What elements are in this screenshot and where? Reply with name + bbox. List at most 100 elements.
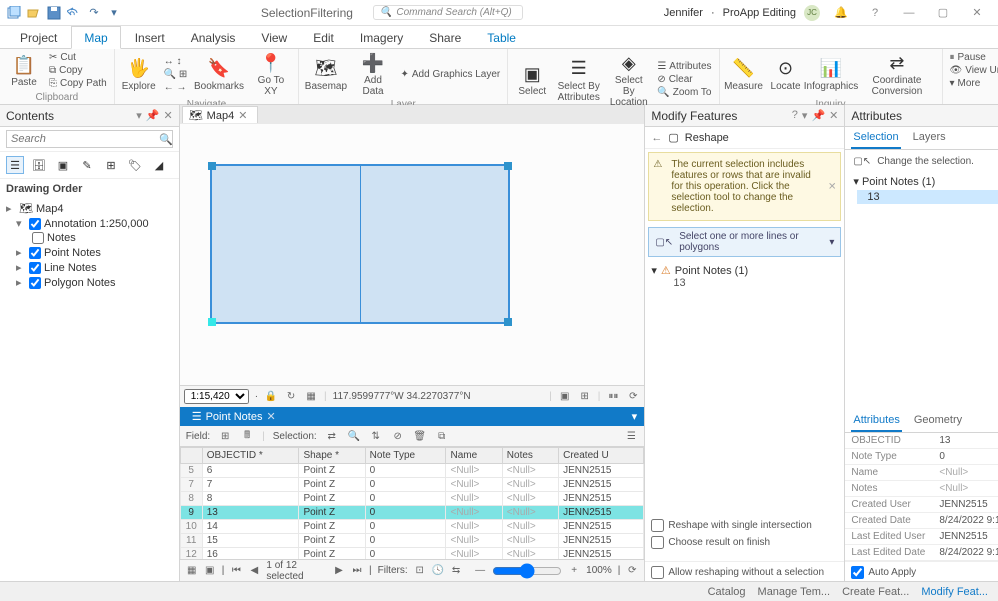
attribute-row[interactable]: Name<Null> (845, 465, 998, 481)
tree-layer-point-notes[interactable]: ▸ Point Notes (4, 245, 175, 260)
filter-range-icon[interactable]: ⇆ (450, 564, 462, 578)
attribute-row[interactable]: OBJECTID13 (845, 433, 998, 449)
infographics-button[interactable]: 📊Infographics (808, 55, 855, 94)
back-button[interactable]: ← (651, 132, 662, 144)
attribute-grid[interactable]: OBJECTID13Note Type0Name<Null>Notes<Null… (845, 433, 998, 561)
bottom-tab-create-features[interactable]: Create Feat... (842, 586, 909, 598)
attribute-row[interactable]: Last Edited UserJENN2515 (845, 529, 998, 545)
ribbon-tab-edit[interactable]: Edit (301, 27, 346, 48)
paste-button[interactable]: 📋Paste (4, 51, 44, 90)
table-row[interactable]: 913Point Z0<Null><Null>JENN2515 (180, 506, 644, 520)
attributes-tab-selection[interactable]: Selection (851, 127, 900, 149)
close-map-tab[interactable]: ✕ (238, 109, 247, 122)
save-icon[interactable] (46, 5, 62, 21)
add-data-button[interactable]: ➕Add Data (351, 49, 396, 99)
measure-button[interactable]: 📏Measure (724, 55, 764, 94)
list-drawing-order-icon[interactable]: ☰ (6, 156, 24, 174)
coord-conversion-button[interactable]: ⇄Coordinate Conversion (856, 49, 937, 99)
ribbon-tab-imagery[interactable]: Imagery (348, 27, 415, 48)
attribute-row[interactable]: Note Type0 (845, 449, 998, 465)
bookmarks-button[interactable]: 🔖Bookmarks (192, 55, 245, 94)
ribbon-tab-map[interactable]: Map (71, 26, 120, 49)
feature-layer-group[interactable]: ▾ ⚠ Point Notes (1) (651, 264, 838, 277)
ribbon-tab-share[interactable]: Share (417, 27, 473, 48)
vertex-handle[interactable] (208, 318, 216, 326)
table-row[interactable]: 1216Point Z0<Null><Null>JENN2515 (180, 548, 644, 560)
lower-tab-geometry[interactable]: Geometry (912, 410, 964, 432)
zoom-out-icon[interactable]: — (474, 564, 486, 578)
close-modify[interactable]: ✕ (829, 109, 838, 122)
attribute-table[interactable]: OBJECTID *Shape *Note TypeNameNotesCreat… (180, 447, 645, 559)
table-column-header[interactable]: Created U (559, 448, 644, 464)
allow-no-selection-checkbox[interactable] (651, 566, 664, 579)
attribute-table-tab[interactable]: ☰ Point Notes ✕ (184, 408, 284, 425)
ribbon-tab-table[interactable]: Table (475, 27, 528, 48)
redo-icon[interactable]: ↷ (86, 5, 102, 21)
table-column-header[interactable]: Name (446, 448, 502, 464)
list-perspective-icon[interactable]: ◢ (150, 156, 168, 174)
view-unplaced[interactable]: 👁 View Unplaced (947, 64, 998, 77)
minimize-button[interactable]: — (896, 3, 922, 23)
nav-prev[interactable]: ← → (161, 81, 191, 94)
locate-button[interactable]: ⊙Locate (766, 55, 806, 94)
clear-selection-button[interactable]: ⊘ Clear (654, 73, 714, 86)
table-row[interactable]: 1014Point Z0<Null><Null>JENN2515 (180, 520, 644, 534)
undo-icon[interactable] (66, 5, 82, 21)
selected-feature-id[interactable]: 13 (857, 190, 998, 204)
select-button[interactable]: ▣Select (512, 60, 552, 99)
attributes-tab-layers[interactable]: Layers (911, 127, 948, 149)
command-search[interactable]: 🔍 Command Search (Alt+Q) (373, 5, 523, 20)
tree-layer-annotation-notes[interactable]: Notes (4, 231, 175, 245)
maximize-button[interactable]: ▢ (930, 3, 956, 23)
zoom-in-icon[interactable]: + (568, 564, 580, 578)
scale-lock-icon[interactable]: 🔒 (264, 390, 278, 404)
calc-field-icon[interactable]: 🖩 (240, 429, 254, 443)
list-selection-icon[interactable]: ▣ (54, 156, 72, 174)
close-button[interactable]: ✕ (964, 3, 990, 23)
zoom-to-selection-icon[interactable]: 🔍 (347, 429, 361, 443)
tree-layer-polygon-notes[interactable]: ▸ Polygon Notes (4, 275, 175, 290)
list-editing-icon[interactable]: ✎ (78, 156, 96, 174)
add-field-icon[interactable]: ⊞ (218, 429, 232, 443)
pause-labeling[interactable]: ⏸ Pause (947, 51, 998, 64)
vertex-handle[interactable] (504, 318, 512, 326)
help-icon[interactable]: ? (862, 3, 888, 23)
bottom-tab-modify-features[interactable]: Modify Feat... (921, 586, 988, 598)
show-selected-icon[interactable]: ▣ (204, 564, 216, 578)
bottom-tab-manage-templates[interactable]: Manage Tem... (758, 586, 831, 598)
table-column-header[interactable] (180, 448, 202, 464)
ribbon-tab-insert[interactable]: Insert (123, 27, 177, 48)
ribbon-tab-view[interactable]: View (249, 27, 299, 48)
reshape-intersection-checkbox[interactable] (651, 519, 664, 532)
select-by-attributes-button[interactable]: ☰Select By Attributes (554, 55, 603, 105)
prev-record-icon[interactable]: ◀ (248, 564, 260, 578)
nav-zoom[interactable]: 🔍 ⊞ (161, 68, 191, 81)
qat-more-icon[interactable]: ▾ (106, 5, 122, 21)
nav-arrows[interactable]: ↔ ↕ (161, 55, 191, 68)
view-icon[interactable]: ▦ (304, 390, 318, 404)
clear-table-selection-icon[interactable]: ⊘ (391, 429, 405, 443)
table-zoom-slider[interactable] (492, 563, 562, 579)
rotation-icon[interactable]: ↻ (284, 390, 298, 404)
first-record-icon[interactable]: ⏮ (230, 564, 242, 578)
vertex-handle[interactable] (504, 162, 512, 170)
selected-polygon[interactable] (210, 164, 510, 324)
table-column-header[interactable]: Note Type (365, 448, 446, 464)
selection-tool-dropdown[interactable]: ▢↖ Select one or more lines or polygons … (648, 227, 841, 257)
bottom-tab-catalog[interactable]: Catalog (708, 586, 746, 598)
close-contents[interactable]: ✕ (163, 109, 172, 122)
tree-layer-line-notes[interactable]: ▸ Line Notes (4, 260, 175, 275)
refresh-icon[interactable]: ⟳ (626, 390, 640, 404)
table-column-header[interactable]: OBJECTID * (202, 448, 299, 464)
filter-extent-icon[interactable]: ⊡ (414, 564, 426, 578)
choose-on-finish-checkbox[interactable] (651, 536, 664, 549)
new-project-icon[interactable] (6, 5, 22, 21)
table-column-header[interactable]: Notes (502, 448, 558, 464)
close-table-tab[interactable]: ✕ (266, 410, 275, 423)
list-snapping-icon[interactable]: ⊞ (102, 156, 120, 174)
map-canvas[interactable] (180, 124, 645, 385)
copy-selection-icon[interactable]: ⧉ (435, 429, 449, 443)
ribbon-tab-project[interactable]: Project (8, 27, 69, 48)
pause-drawing-icon[interactable]: ⏸⏸ (606, 390, 620, 404)
add-graphics-layer[interactable]: ✦ Add Graphics Layer (397, 68, 503, 81)
